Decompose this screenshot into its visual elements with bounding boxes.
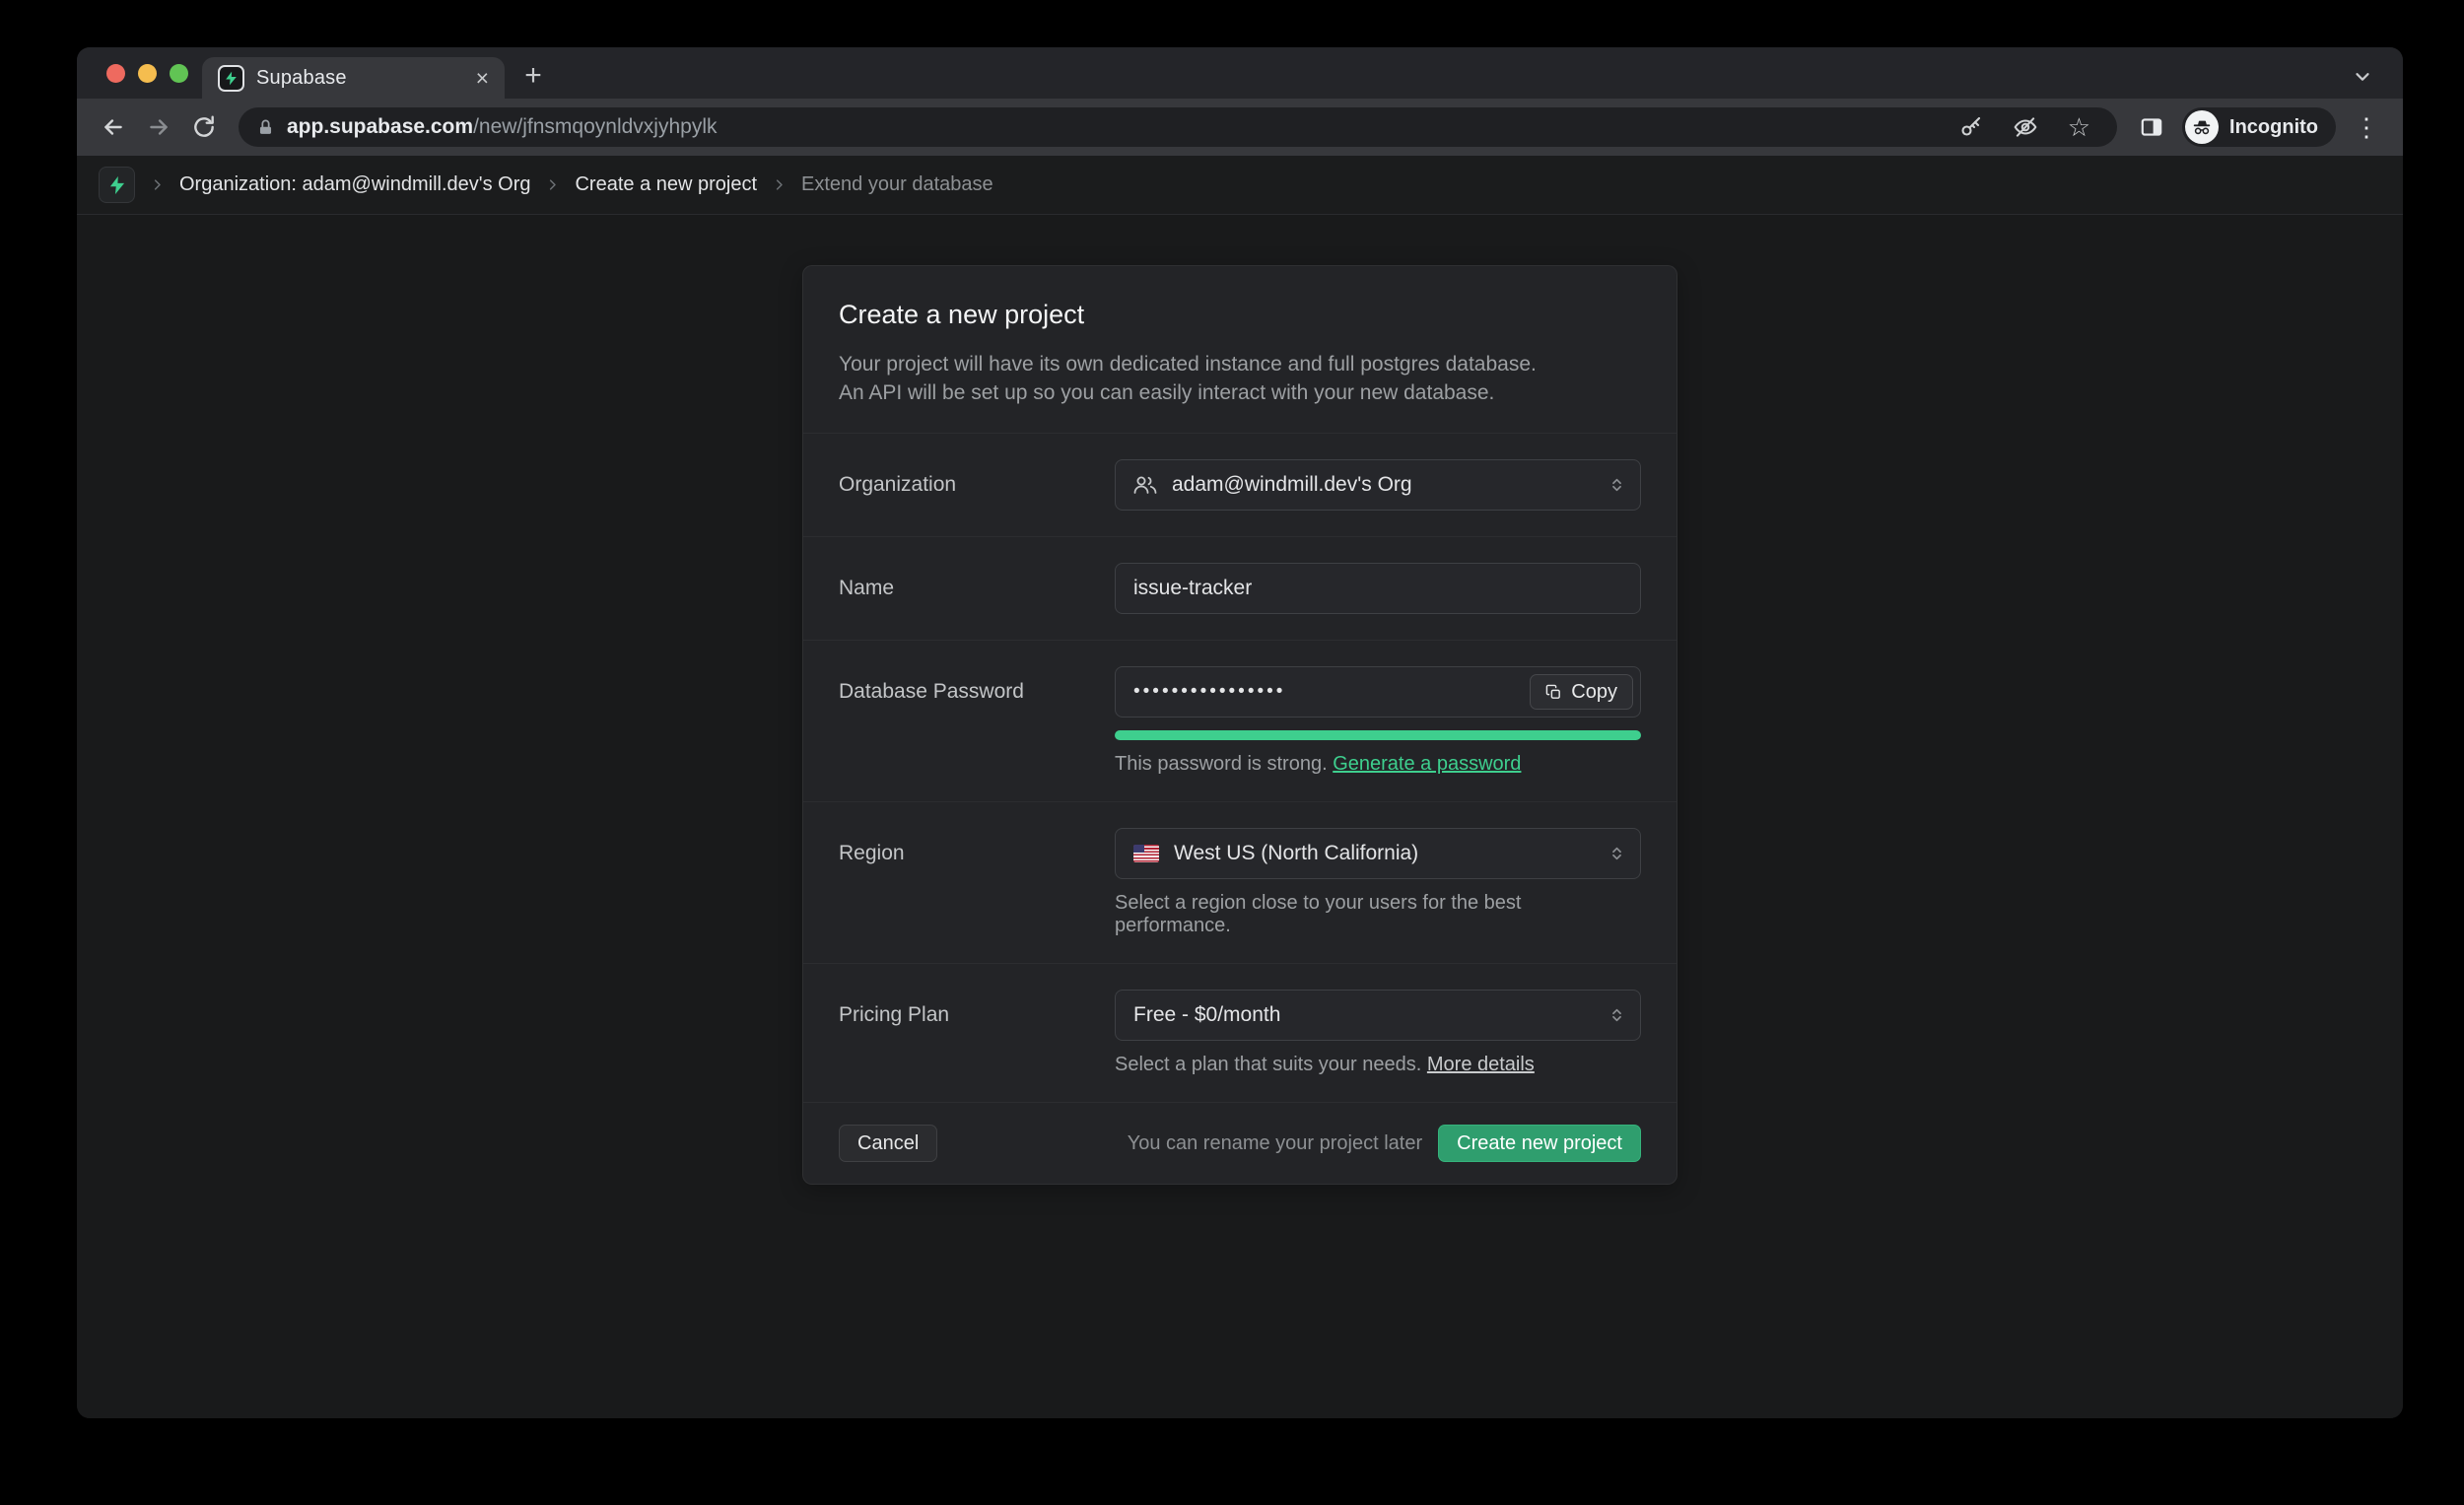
- new-tab-button[interactable]: +: [514, 57, 552, 95]
- incognito-avatar-icon: [2185, 110, 2219, 144]
- region-value: West US (North California): [1174, 842, 1418, 865]
- pricing-select[interactable]: Free - $0/month: [1115, 990, 1641, 1041]
- forward-button[interactable]: [138, 106, 179, 148]
- more-details-link[interactable]: More details: [1427, 1054, 1535, 1075]
- browser-window: Supabase × + app.supabase.com/new/jfnsmq…: [77, 47, 2403, 1418]
- page-content: Create a new project Your project will h…: [77, 215, 2403, 1418]
- tab-search-chevron-icon[interactable]: [2352, 65, 2373, 87]
- url-host: app.supabase.com: [287, 115, 473, 138]
- eye-slash-icon[interactable]: [2004, 114, 2047, 140]
- copy-icon: [1545, 684, 1562, 701]
- organization-value: adam@windmill.dev's Org: [1172, 473, 1412, 497]
- password-strength-text: This password is strong.: [1115, 753, 1328, 775]
- supabase-favicon-icon: [218, 65, 244, 92]
- name-label: Name: [839, 563, 1115, 600]
- card-description-line1: Your project will have its own dedicated…: [839, 350, 1641, 378]
- region-row: Region West US (North California) Select…: [803, 802, 1677, 964]
- tab-strip: Supabase × +: [77, 47, 2403, 99]
- card-description-line2: An API will be set up so you can easily …: [839, 378, 1641, 407]
- copy-button-label: Copy: [1571, 681, 1617, 704]
- close-tab-icon[interactable]: ×: [476, 67, 489, 90]
- browser-menu-icon[interactable]: ⋮: [2346, 106, 2387, 148]
- incognito-badge[interactable]: Incognito: [2182, 107, 2336, 147]
- lock-icon: [256, 118, 275, 137]
- copy-password-button[interactable]: Copy: [1530, 674, 1633, 710]
- chevron-up-down-icon: [1608, 846, 1625, 862]
- reload-button[interactable]: [183, 106, 225, 148]
- organization-row: Organization adam@windmill.dev's Org: [803, 434, 1677, 537]
- region-select[interactable]: West US (North California): [1115, 828, 1641, 879]
- name-input[interactable]: [1115, 563, 1641, 614]
- pricing-value: Free - $0/month: [1133, 1003, 1280, 1027]
- url-bar[interactable]: app.supabase.com/new/jfnsmqoynldvxjyhpyl…: [239, 107, 2117, 147]
- pricing-row: Pricing Plan Free - $0/month Select a pl…: [803, 964, 1677, 1103]
- bookmark-star-icon[interactable]: ☆: [2059, 114, 2099, 140]
- url-text: app.supabase.com/new/jfnsmqoynldvxjyhpyl…: [287, 115, 718, 139]
- pricing-label: Pricing Plan: [839, 990, 1115, 1027]
- card-footer: Cancel You can rename your project later…: [803, 1103, 1677, 1184]
- breadcrumb-chevron-icon: [772, 177, 787, 192]
- organization-label: Organization: [839, 459, 1115, 497]
- generate-password-link[interactable]: Generate a password: [1333, 753, 1521, 775]
- zoom-window-button[interactable]: [170, 64, 188, 83]
- url-path: /new/jfnsmqoynldvxjyhpylk: [473, 115, 717, 138]
- create-new-project-button[interactable]: Create new project: [1438, 1125, 1641, 1162]
- breadcrumb-item-extend-database: Extend your database: [801, 173, 993, 196]
- close-window-button[interactable]: [106, 64, 125, 83]
- users-icon: [1133, 473, 1157, 497]
- password-label: Database Password: [839, 666, 1115, 704]
- us-flag-icon: [1133, 845, 1159, 862]
- supabase-logo-icon[interactable]: [99, 167, 135, 203]
- minimize-window-button[interactable]: [138, 64, 157, 83]
- back-button[interactable]: [93, 106, 134, 148]
- chevron-up-down-icon: [1608, 477, 1625, 494]
- browser-tab-supabase[interactable]: Supabase ×: [202, 57, 505, 99]
- password-key-icon[interactable]: [1951, 115, 1992, 139]
- breadcrumb-chevron-icon: [545, 177, 560, 192]
- card-header-section: Create a new project Your project will h…: [803, 266, 1677, 434]
- tab-title: Supabase: [256, 67, 464, 90]
- cancel-button[interactable]: Cancel: [839, 1125, 937, 1162]
- create-project-card: Create a new project Your project will h…: [802, 265, 1677, 1185]
- app-header: Organization: adam@windmill.dev's Org Cr…: [77, 156, 2403, 215]
- side-panel-icon[interactable]: [2131, 106, 2172, 148]
- region-help-text: Select a region close to your users for …: [1115, 892, 1641, 937]
- incognito-label: Incognito: [2229, 116, 2318, 139]
- password-row: Database Password Copy This password is …: [803, 641, 1677, 802]
- browser-toolbar: app.supabase.com/new/jfnsmqoynldvxjyhpyl…: [77, 99, 2403, 156]
- window-controls: [106, 64, 188, 83]
- breadcrumb-item-create-project[interactable]: Create a new project: [575, 173, 757, 196]
- name-row: Name: [803, 537, 1677, 641]
- breadcrumb-item-organization[interactable]: Organization: adam@windmill.dev's Org: [179, 173, 530, 196]
- password-strength-bar: [1115, 730, 1641, 740]
- pricing-help-text: Select a plan that suits your needs.: [1115, 1054, 1421, 1075]
- chevron-up-down-icon: [1608, 1007, 1625, 1024]
- breadcrumb-chevron-icon: [150, 177, 165, 192]
- rename-note: You can rename your project later: [937, 1132, 1422, 1155]
- region-label: Region: [839, 828, 1115, 865]
- page-title: Create a new project: [839, 300, 1641, 330]
- organization-select[interactable]: adam@windmill.dev's Org: [1115, 459, 1641, 511]
